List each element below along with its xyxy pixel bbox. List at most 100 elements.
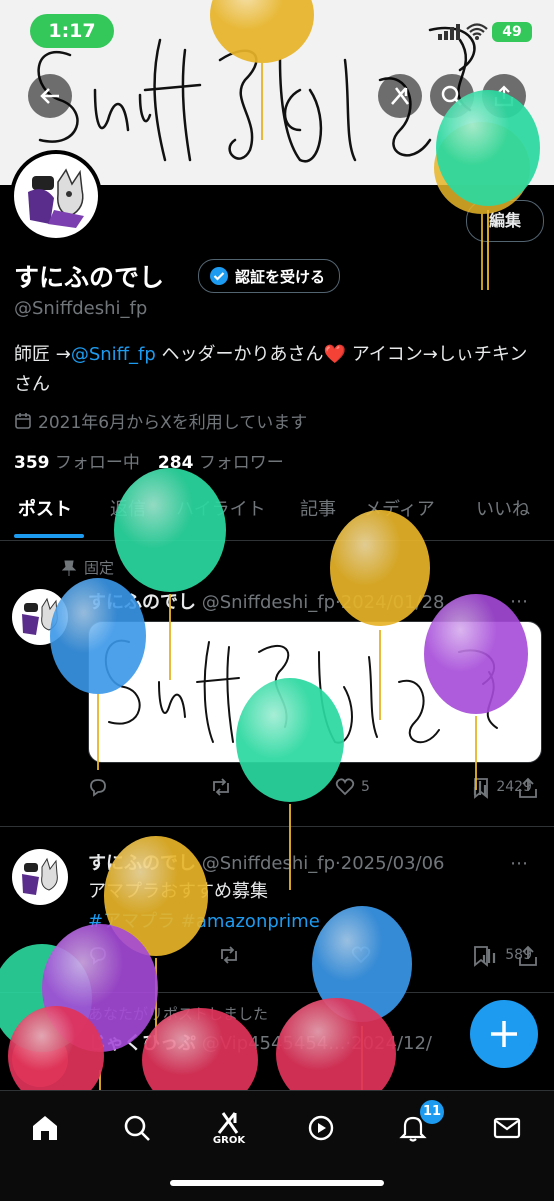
bio-middle: ヘッダーかりあさん <box>155 344 324 365</box>
profile-handle: @Sniffdeshi_fp <box>14 298 148 319</box>
bio-mention-link[interactable]: @Sniff_fp <box>71 344 156 365</box>
post-hashtags[interactable]: #アマプラ #amazonprime <box>88 907 320 933</box>
profile-tabs: ポスト 返信 ハイライト 記事 メディア いいね <box>0 490 554 541</box>
following-count: 359 <box>14 453 50 473</box>
followers-label: フォロワー <box>198 453 284 473</box>
mail-icon <box>493 1117 521 1139</box>
followers-link[interactable]: 284 フォロワー <box>158 448 284 473</box>
edit-profile-button[interactable]: 編集 <box>466 200 544 242</box>
post-author-name[interactable]: すにふのでし <box>88 592 196 613</box>
active-tab-indicator <box>14 534 84 538</box>
post-author-name[interactable]: じゃくひっぷ <box>88 1033 196 1054</box>
share-icon[interactable] <box>518 945 538 967</box>
tab-media[interactable]: メディア <box>364 490 435 540</box>
post-more-icon[interactable]: ⋯ <box>510 591 528 612</box>
pinned-indicator: 固定 <box>62 557 114 578</box>
avatar-illustration <box>22 597 58 635</box>
battery-indicator: 49 <box>492 22 532 42</box>
back-arrow-icon <box>40 88 59 104</box>
search-icon <box>441 85 462 106</box>
like-button[interactable] <box>351 945 371 965</box>
post-media-image[interactable] <box>88 621 542 763</box>
calendar-icon <box>15 412 31 429</box>
pinned-post[interactable]: 固定 すにふのでし @Sniffdeshi_fp·2024/01/28 ⋯ 5 … <box>0 541 554 827</box>
follow-stats: 359 フォロー中 284 フォロワー <box>14 448 284 473</box>
following-label: フォロー中 <box>54 453 140 473</box>
post-header: じゃくひっぷ @Vip4545454...·2024/12/ <box>88 1033 432 1054</box>
search-icon <box>124 1115 150 1141</box>
nav-search[interactable] <box>114 1105 160 1151</box>
heart-icon <box>351 946 371 964</box>
nav-grok[interactable]: GROK <box>206 1105 252 1151</box>
nav-video[interactable] <box>298 1105 344 1151</box>
reply-button[interactable] <box>88 945 108 965</box>
post-header: すにふのでし @Sniffdeshi_fp·2025/03/06 <box>88 853 445 874</box>
post-author-handle[interactable]: @Sniffdeshi_fp <box>202 592 335 613</box>
repost-icon <box>221 946 238 964</box>
get-verified-button[interactable]: 認証を受ける <box>198 259 341 293</box>
following-link[interactable]: 359 フォロー中 <box>14 448 140 473</box>
pin-icon <box>62 560 76 576</box>
post-actions: 589 <box>88 945 532 965</box>
share-icon <box>494 85 514 107</box>
grok-label: GROK <box>212 1134 246 1146</box>
post-avatar[interactable] <box>12 1031 68 1087</box>
post-author-handle[interactable]: @Sniffdeshi_fp <box>202 853 335 874</box>
get-verified-label: 認証を受ける <box>235 267 326 286</box>
verified-badge-icon <box>210 267 228 285</box>
repost-label: あなたがリポストしました <box>88 1005 269 1023</box>
share-icon[interactable] <box>518 777 538 799</box>
nav-messages[interactable] <box>484 1105 530 1151</box>
avatar-illustration <box>22 857 58 895</box>
nav-home[interactable] <box>22 1105 68 1151</box>
tab-posts[interactable]: ポスト <box>18 490 72 540</box>
avatar-illustration <box>28 168 84 228</box>
tab-replies[interactable]: 返信 <box>110 490 146 540</box>
bio-prefix: 師匠 → <box>14 344 71 365</box>
reply-button[interactable] <box>88 777 108 797</box>
search-profile-button[interactable] <box>430 74 474 118</box>
heart-icon <box>335 778 355 796</box>
signal-icon <box>438 24 460 40</box>
post-more-icon[interactable]: ⋯ <box>510 853 528 874</box>
post-avatar[interactable] <box>12 589 68 645</box>
play-circle-icon <box>308 1115 334 1141</box>
back-button[interactable] <box>28 74 72 118</box>
profile-avatar[interactable] <box>10 150 102 242</box>
bookmark-icon[interactable] <box>472 945 490 967</box>
tab-likes[interactable]: いいね <box>476 490 530 540</box>
grok-header-button[interactable] <box>378 74 422 118</box>
notification-badge: 11 <box>420 1100 444 1124</box>
tab-highlights[interactable]: ハイライト <box>176 490 266 540</box>
reply-icon <box>90 779 106 797</box>
repost-button[interactable] <box>210 777 232 797</box>
share-profile-button[interactable] <box>482 74 526 118</box>
post-author-handle[interactable]: @Vip4545454... <box>202 1033 346 1054</box>
post-avatar[interactable] <box>12 849 68 905</box>
media-handwriting <box>104 639 498 744</box>
repost-icon <box>213 778 230 796</box>
repost-button[interactable] <box>218 945 240 965</box>
display-name: すにふのでし <box>14 263 165 292</box>
pinned-label: 固定 <box>84 559 115 577</box>
joined-date: 2021年6月からXを利用しています <box>14 408 307 433</box>
grok-icon <box>217 1111 239 1134</box>
plus-icon <box>491 1021 517 1047</box>
post-author-name[interactable]: すにふのでし <box>88 853 196 874</box>
like-count: 5 <box>360 779 370 795</box>
tab-articles[interactable]: 記事 <box>300 490 336 540</box>
reply-icon <box>90 947 106 965</box>
heart-emoji: ❤️ <box>323 344 346 365</box>
post[interactable]: すにふのでし @Sniffdeshi_fp·2025/03/06 ⋯ アマプラお… <box>0 827 554 993</box>
post-text: アマプラおすすめ募集 <box>88 881 268 902</box>
post-header: すにふのでし @Sniffdeshi_fp·2024/01/28 <box>88 592 445 613</box>
like-button[interactable]: 5 <box>335 777 370 797</box>
post-date[interactable]: 2024/01/28 <box>341 592 445 613</box>
bookmark-icon[interactable] <box>472 777 490 799</box>
repost-indicator: あなたがリポストしました <box>62 1003 268 1024</box>
wifi-icon <box>466 23 488 40</box>
compose-post-button[interactable] <box>470 1000 538 1068</box>
post-date[interactable]: 2025/03/06 <box>341 853 445 874</box>
post-date[interactable]: 2024/12/ <box>351 1033 432 1054</box>
home-indicator <box>170 1180 384 1186</box>
